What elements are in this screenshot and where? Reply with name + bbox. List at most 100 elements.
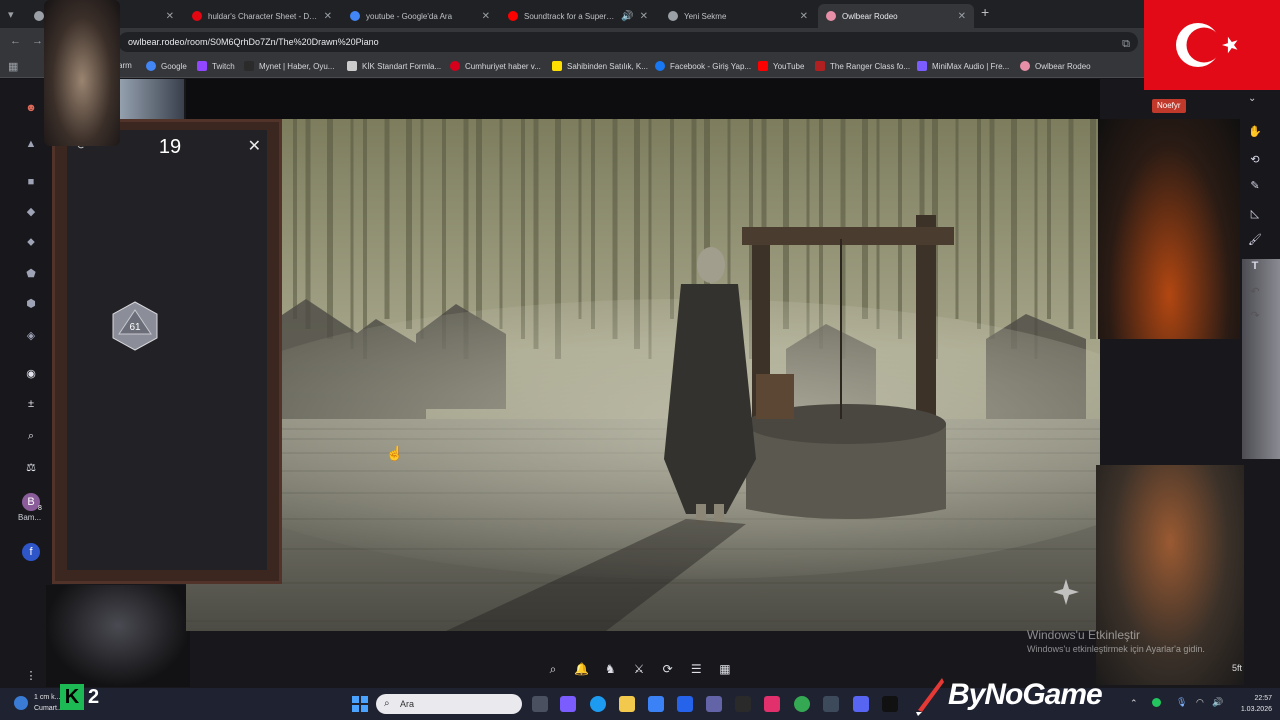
tab-4[interactable]: Soundtrack for a Supervillain 🔊 ✕ <box>500 4 656 28</box>
tab-2[interactable]: huldar's Character Sheet - D&D ✕ <box>184 4 340 28</box>
d10-die-icon[interactable]: ⬥ <box>22 233 40 251</box>
bookmark-7[interactable]: Facebook - Giriş Yap... <box>655 61 751 71</box>
bookmark-8[interactable]: YouTube <box>758 61 804 71</box>
epic-games-icon[interactable] <box>882 696 898 712</box>
mail-icon[interactable] <box>677 696 693 712</box>
microphone-icon[interactable]: 🎙 <box>1176 697 1187 708</box>
speaker-icon[interactable]: 🔊 <box>621 11 633 22</box>
sword-icon[interactable]: ⚔ <box>630 660 648 678</box>
hand-tool-icon[interactable]: ✋ <box>1246 123 1264 141</box>
turkish-flag <box>1144 0 1280 90</box>
grid-icon[interactable]: ▦ <box>716 660 734 678</box>
taskbar-clock[interactable]: 22:57 1.03.2026 <box>1232 693 1272 715</box>
brand-text: ByNoGame <box>948 678 1103 711</box>
tab-search-icon[interactable]: ▾ <box>8 8 14 21</box>
close-icon[interactable]: ✕ <box>324 11 332 22</box>
dice-tray-surface[interactable] <box>67 130 267 570</box>
plus-minus-icon[interactable]: ± <box>22 395 40 413</box>
back-icon[interactable]: ← <box>10 35 21 47</box>
weather-widget[interactable]: 1 cm k... Cumart... <box>34 692 63 714</box>
edge-icon[interactable] <box>590 696 606 712</box>
chevron-down-icon[interactable]: ⌄ <box>1248 93 1256 104</box>
close-icon[interactable]: ✕ <box>166 11 174 22</box>
tab-3[interactable]: youtube - Google'da Ara ✕ <box>342 4 498 28</box>
dndbeyond-icon <box>192 11 202 21</box>
settings-icon[interactable] <box>823 696 839 712</box>
tray-chevron-icon[interactable]: ⌃ <box>1130 698 1138 709</box>
new-tab-button[interactable]: + <box>981 4 989 20</box>
d12-die-icon[interactable]: ⬟ <box>22 265 40 283</box>
d8-die-icon[interactable]: ◆ <box>22 203 40 221</box>
close-icon[interactable]: ✕ <box>248 136 261 156</box>
teams-icon[interactable] <box>706 696 722 712</box>
install-app-icon[interactable]: ⧉ <box>1122 34 1130 54</box>
weather-icon[interactable] <box>14 696 28 710</box>
bookmark-11[interactable]: Owlbear Rodeo <box>1020 61 1091 71</box>
measure-tool-icon[interactable]: ◺ <box>1246 205 1264 223</box>
redo-icon[interactable]: ↷ <box>1246 307 1264 325</box>
bookmark-0[interactable]: arm <box>118 61 132 70</box>
wifi-icon[interactable]: ◠ <box>1196 697 1204 708</box>
bookmark-label: YouTube <box>773 61 805 71</box>
store-icon[interactable] <box>648 696 664 712</box>
watermark-subtitle: Windows'u etkinleştirmek için Ayarlar'a … <box>1027 644 1205 654</box>
taskbar-search-input[interactable]: ⌕ Ara <box>376 694 522 714</box>
notes-icon[interactable]: ☰ <box>687 660 705 678</box>
minimax-icon <box>917 61 927 71</box>
discord-icon[interactable] <box>853 696 869 712</box>
close-icon[interactable]: ✕ <box>640 11 648 22</box>
unity-icon[interactable] <box>735 696 751 712</box>
task-view-icon[interactable] <box>532 696 548 712</box>
d4-die-icon[interactable]: ▲ <box>22 135 40 153</box>
map-scene[interactable]: ☝ <box>186 119 1100 631</box>
forward-icon[interactable]: → <box>32 35 43 47</box>
bookmark-3[interactable]: Mynet | Haber, Oyu... <box>244 61 334 71</box>
bookmark-9[interactable]: The Ranger Class fo... <box>815 61 910 71</box>
undo-icon[interactable]: ↶ <box>1246 283 1264 301</box>
d20-die-icon[interactable]: ⬢ <box>22 295 40 313</box>
right-toolbar: ✋ ⟲ ✎ ◺ 🖌 T ↶ ↷ <box>1244 119 1266 322</box>
owlbear-icon <box>1020 61 1030 71</box>
instagram-icon[interactable] <box>764 696 780 712</box>
bookmark-10[interactable]: MiniMax Audio | Fre... <box>917 61 1009 71</box>
owlbear-logo-icon[interactable]: ☻ <box>22 99 40 117</box>
status-dot-icon[interactable] <box>1152 698 1161 707</box>
d6-die-icon[interactable]: ■ <box>22 173 40 191</box>
file-explorer-icon[interactable] <box>619 696 635 712</box>
refresh-icon[interactable]: ⟳ <box>659 660 677 678</box>
more-options-icon[interactable]: ⋮ <box>22 667 40 685</box>
bookmark-1[interactable]: Google <box>146 61 187 71</box>
search-icon[interactable]: ⌕ <box>544 660 562 678</box>
brush-tool-icon[interactable]: 🖌 <box>1246 231 1264 249</box>
close-icon[interactable]: ✕ <box>800 11 808 22</box>
windows-start-icon[interactable] <box>352 696 368 712</box>
d100-die-icon[interactable]: ◈ <box>22 327 40 345</box>
close-icon[interactable]: ✕ <box>482 11 490 22</box>
scale-icon[interactable]: ⚖ <box>22 459 40 477</box>
bell-icon[interactable]: 🔔 <box>573 660 591 678</box>
bookmark-label: The Ranger Class fo... <box>830 61 911 71</box>
eye-icon[interactable]: ◉ <box>22 365 40 383</box>
url-bar[interactable]: owlbear.rodeo/room/S0M6QrhDo7Zn/The%20Dr… <box>118 32 1138 52</box>
bookmark-6[interactable]: Sahibinden Satılık, K... <box>552 61 648 71</box>
zoom-icon[interactable]: ⌕ <box>22 427 40 445</box>
player-name-chip: Noefyr <box>1152 99 1186 113</box>
k-badge-icon: K <box>60 684 84 710</box>
text-tool-icon[interactable]: T <box>1246 257 1264 275</box>
bookmark-4[interactable]: KİK Standart Formla... <box>347 61 441 71</box>
sahibinden-icon <box>552 61 562 71</box>
bookmark-5[interactable]: Cumhuriyet haber v... <box>450 61 541 71</box>
chrome-icon[interactable] <box>794 696 810 712</box>
tab-5[interactable]: Yeni Sekme ✕ <box>660 4 816 28</box>
facebook-profile-icon[interactable]: f <box>22 543 40 561</box>
apps-grid-icon[interactable]: ▦ <box>8 60 18 73</box>
tab-6-active[interactable]: Owlbear Rodeo ✕ <box>818 4 974 28</box>
fog-tool-icon[interactable]: ⟲ <box>1246 151 1264 169</box>
bookmark-2[interactable]: Twitch <box>197 61 235 71</box>
copilot-icon[interactable] <box>560 696 576 712</box>
draw-tool-icon[interactable]: ✎ <box>1246 177 1264 195</box>
horse-icon[interactable]: ♞ <box>601 660 619 678</box>
grid-scale-label[interactable]: 5ft <box>1232 663 1242 673</box>
volume-icon[interactable]: 🔊 <box>1212 697 1223 708</box>
close-icon[interactable]: ✕ <box>958 11 966 22</box>
